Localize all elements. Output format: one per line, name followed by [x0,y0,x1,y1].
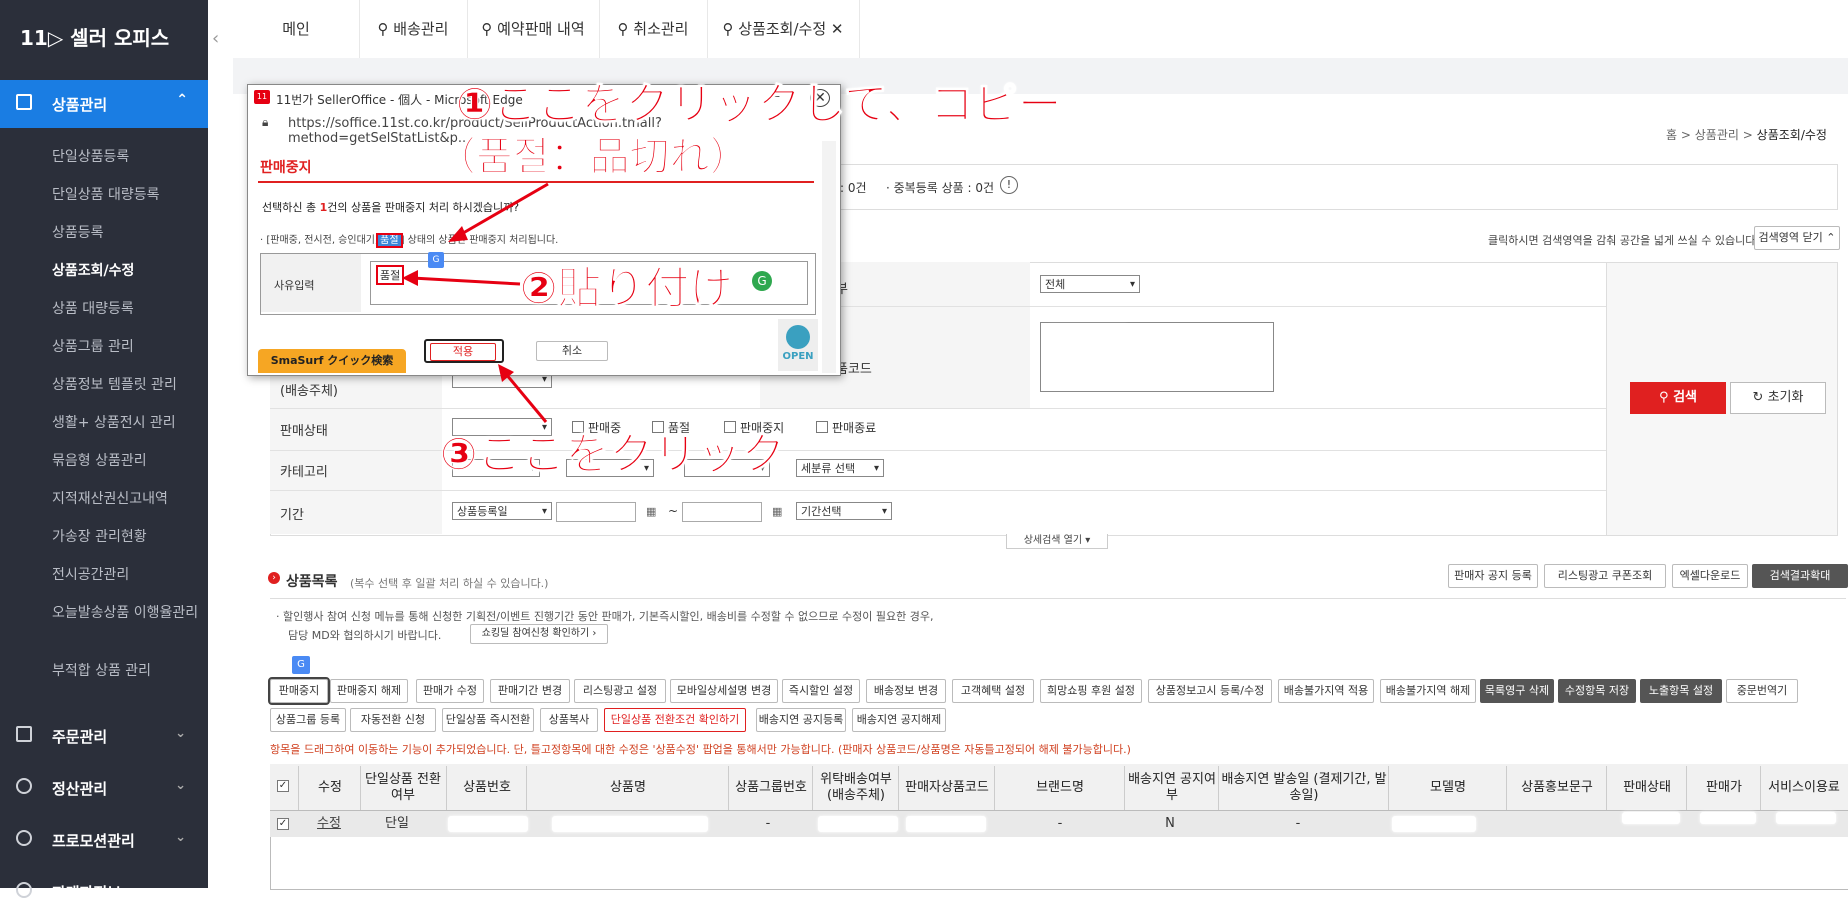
annotation-step2: ②貼り付け [519,263,734,315]
arrow-step2 [411,276,521,286]
annotation-step1: ①ここをクリックして、コピー [456,79,1063,131]
arrowhead-step2 [402,270,418,286]
arrowhead-step1 [448,226,468,242]
annotation-step3: ③ここをクリック [439,429,786,481]
arrow-step1 [457,182,549,238]
annotation-step1-sub: （품절：品切れ） [436,134,751,181]
arrow-step3 [504,373,548,423]
annotation-arrows [402,182,549,423]
